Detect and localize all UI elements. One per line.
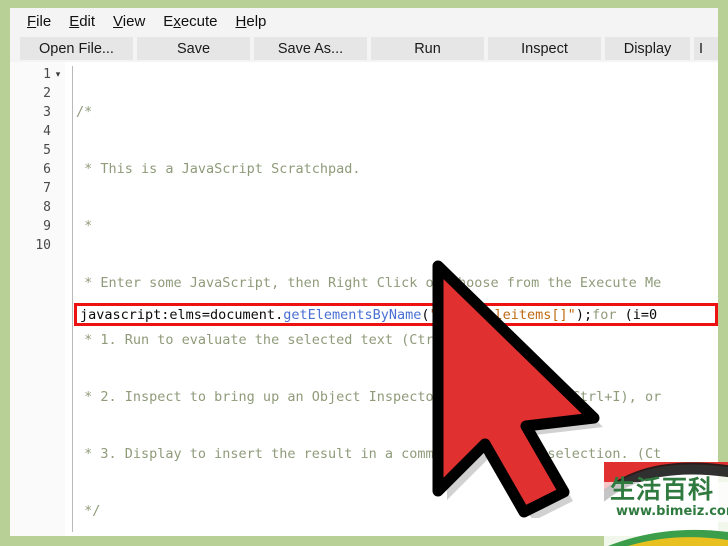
line-number: 6 — [43, 162, 51, 177]
code-token: */ — [76, 503, 101, 519]
line-number: 8 — [43, 200, 51, 215]
save-as-button[interactable]: Save As... — [254, 37, 367, 60]
run-button[interactable]: Run — [371, 37, 484, 60]
line-number: 5 — [43, 143, 51, 158]
code-token: * 1. Run to evaluate the selected text (… — [76, 332, 475, 348]
code-token: * 2. Inspect to bring up an Object Inspe… — [76, 389, 662, 405]
line-number: 4 — [43, 124, 51, 139]
menu-item-help[interactable]: Help — [227, 12, 276, 31]
chevron-down-icon[interactable]: ▾ — [53, 65, 63, 84]
menu-item-file[interactable]: File — [18, 12, 60, 31]
code-line: * 2. Inspect to bring up an Object Inspe… — [76, 388, 718, 407]
code-token: * — [76, 218, 93, 234]
menu-item-execute[interactable]: Execute — [154, 12, 226, 31]
code-token: /* — [76, 104, 93, 120]
code-line: /* — [76, 103, 718, 122]
screenshot-root: File Edit View Execute Help Open File...… — [0, 0, 728, 546]
open-file-button[interactable]: Open File... — [20, 37, 133, 60]
line-number: 7 — [43, 181, 51, 196]
code-line: * This is a JavaScript Scratchpad. — [76, 160, 718, 179]
code-token: * 3. Display to insert the result in a c… — [76, 446, 662, 462]
save-button[interactable]: Save — [137, 37, 250, 60]
watermark-url: www.bimeiz.com — [616, 504, 728, 519]
gutter-divider — [72, 66, 73, 532]
line-number: 3 — [43, 105, 51, 120]
line-number: 2 — [43, 86, 51, 101]
line-number: 10 — [35, 238, 51, 253]
code-token: javascript:elms=document. — [80, 307, 284, 323]
code-token: (i=0 — [616, 307, 658, 323]
inspect-button[interactable]: Inspect — [488, 37, 601, 60]
code-token: ); — [575, 307, 593, 323]
menu-item-edit[interactable]: Edit — [60, 12, 104, 31]
line-number-gutter: 1 ▾ 2 3 4 5 6 7 8 9 10 — [10, 62, 65, 536]
code-token: ( — [421, 307, 430, 323]
code-token-keyword: for — [592, 307, 617, 323]
line-number: 9 — [43, 219, 51, 234]
display-button[interactable]: Display — [605, 37, 690, 60]
line-number: 1 — [43, 67, 51, 82]
code-line: * Enter some JavaScript, then Right Clic… — [76, 274, 718, 293]
watermark: 生活百科 www.bimeiz.com — [604, 462, 728, 546]
code-token: * Enter some JavaScript, then Right Clic… — [76, 275, 662, 291]
code-token-string: "checkableitems[]" — [429, 307, 576, 323]
watermark-chinese-text: 生活百科 — [610, 475, 715, 504]
highlighted-code-line[interactable]: javascript:elms=document.getElementsByNa… — [80, 307, 657, 323]
code-line: * 1. Run to evaluate the selected text (… — [76, 331, 718, 350]
code-line: * — [76, 217, 718, 236]
overflow-button[interactable]: I — [694, 37, 718, 60]
code-token: * This is a JavaScript Scratchpad. — [76, 161, 361, 177]
toolbar: Open File... Save Save As... Run Inspect… — [10, 34, 718, 62]
menubar: File Edit View Execute Help — [10, 8, 718, 34]
scratchpad-window: File Edit View Execute Help Open File...… — [10, 8, 718, 536]
menu-item-view[interactable]: View — [104, 12, 154, 31]
code-token-function: getElementsByName — [283, 307, 422, 323]
